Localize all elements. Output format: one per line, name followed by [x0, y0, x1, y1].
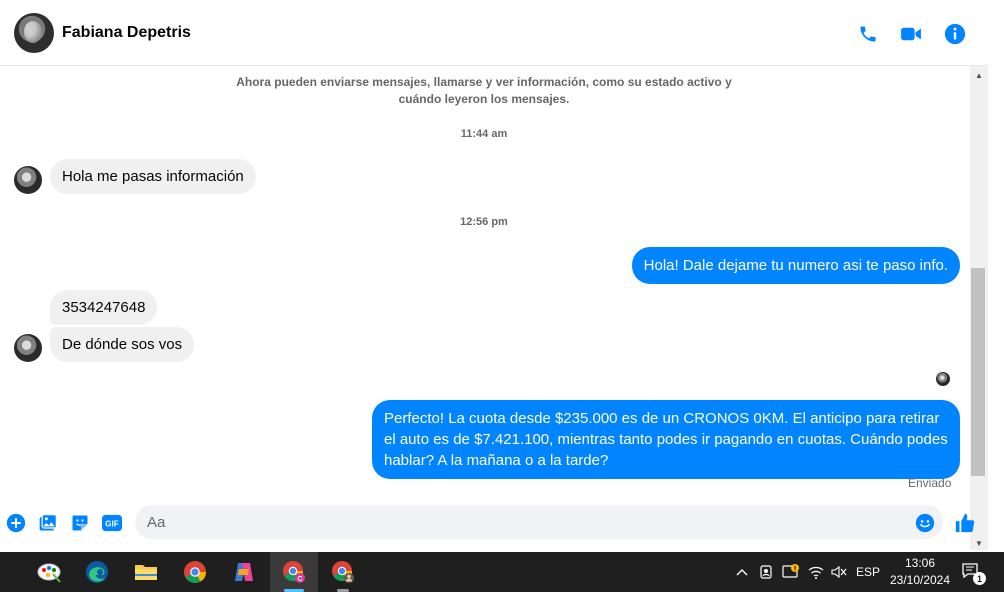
- incoming-message[interactable]: 3534247648: [50, 290, 158, 325]
- volume-muted-icon[interactable]: [829, 552, 849, 592]
- chevron-up-icon[interactable]: [732, 552, 752, 592]
- timestamp-separator: 11:44 am: [460, 128, 508, 140]
- outgoing-message[interactable]: Hola! Dale dejame tu numero asi te paso …: [631, 247, 960, 284]
- incoming-message[interactable]: Hola me pasas información: [50, 159, 256, 194]
- read-receipt-avatar: [936, 372, 950, 386]
- notification-center-icon[interactable]: 1: [958, 552, 986, 592]
- incoming-message[interactable]: De dónde sos vos: [50, 327, 195, 362]
- svg-text:GIF: GIF: [105, 520, 119, 529]
- system-clock[interactable]: 13:06 23/10/2024: [880, 555, 960, 589]
- scroll-up-arrow[interactable]: ▲: [970, 68, 988, 82]
- chrome-profile-avatar-icon[interactable]: [319, 552, 367, 592]
- contact-avatar[interactable]: [14, 13, 54, 53]
- photo-icon[interactable]: [37, 512, 59, 534]
- chrome-browser-icon[interactable]: [171, 552, 219, 592]
- plus-icon[interactable]: [5, 512, 27, 534]
- info-icon[interactable]: [943, 22, 967, 46]
- windows-taskbar: C ESP 13:06 23/10/2024 1: [0, 552, 1004, 592]
- contact-avatar-small[interactable]: [14, 334, 42, 362]
- outgoing-message[interactable]: Perfecto! La cuota desde $235.000 es de …: [372, 400, 960, 479]
- contact-avatar-small[interactable]: [14, 166, 42, 194]
- sticker-icon[interactable]: [69, 512, 91, 534]
- video-call-icon[interactable]: [899, 22, 923, 46]
- message-input[interactable]: [135, 505, 943, 539]
- gif-icon[interactable]: GIF: [101, 512, 123, 534]
- contact-name[interactable]: Fabiana Depetris: [62, 24, 191, 42]
- timestamp-separator: 12:56 pm: [460, 216, 508, 228]
- copilot-icon[interactable]: [220, 552, 268, 592]
- notification-count-badge: 1: [973, 572, 986, 585]
- clock-date: 23/10/2024: [889, 573, 951, 587]
- thumbs-up-icon[interactable]: [953, 512, 977, 534]
- chat-header: Fabiana Depetris: [0, 0, 988, 66]
- meet-now-icon[interactable]: [756, 552, 776, 592]
- wifi-icon[interactable]: [806, 552, 826, 592]
- svg-text:C: C: [297, 576, 302, 583]
- phone-call-icon[interactable]: [856, 22, 880, 46]
- task-view-icon[interactable]: [0, 552, 4, 592]
- system-notice: Ahora pueden enviarse mensajes, llamarse…: [236, 75, 732, 106]
- file-explorer-icon[interactable]: [122, 552, 170, 592]
- message-thread[interactable]: Ahora pueden enviarse mensajes, llamarse…: [0, 66, 970, 494]
- emoji-icon[interactable]: [914, 512, 936, 534]
- defender-warning-icon[interactable]: [780, 552, 802, 592]
- sent-status: Enviado: [908, 476, 952, 490]
- window-edge: [988, 0, 1004, 552]
- clock-time: 13:06: [904, 556, 936, 570]
- chrome-profile-c-icon[interactable]: C: [270, 552, 318, 592]
- paint-app-icon[interactable]: [25, 552, 73, 592]
- edge-browser-icon[interactable]: [73, 552, 121, 592]
- scrollbar-thumb[interactable]: [971, 268, 985, 476]
- message-composer: GIF: [0, 500, 988, 546]
